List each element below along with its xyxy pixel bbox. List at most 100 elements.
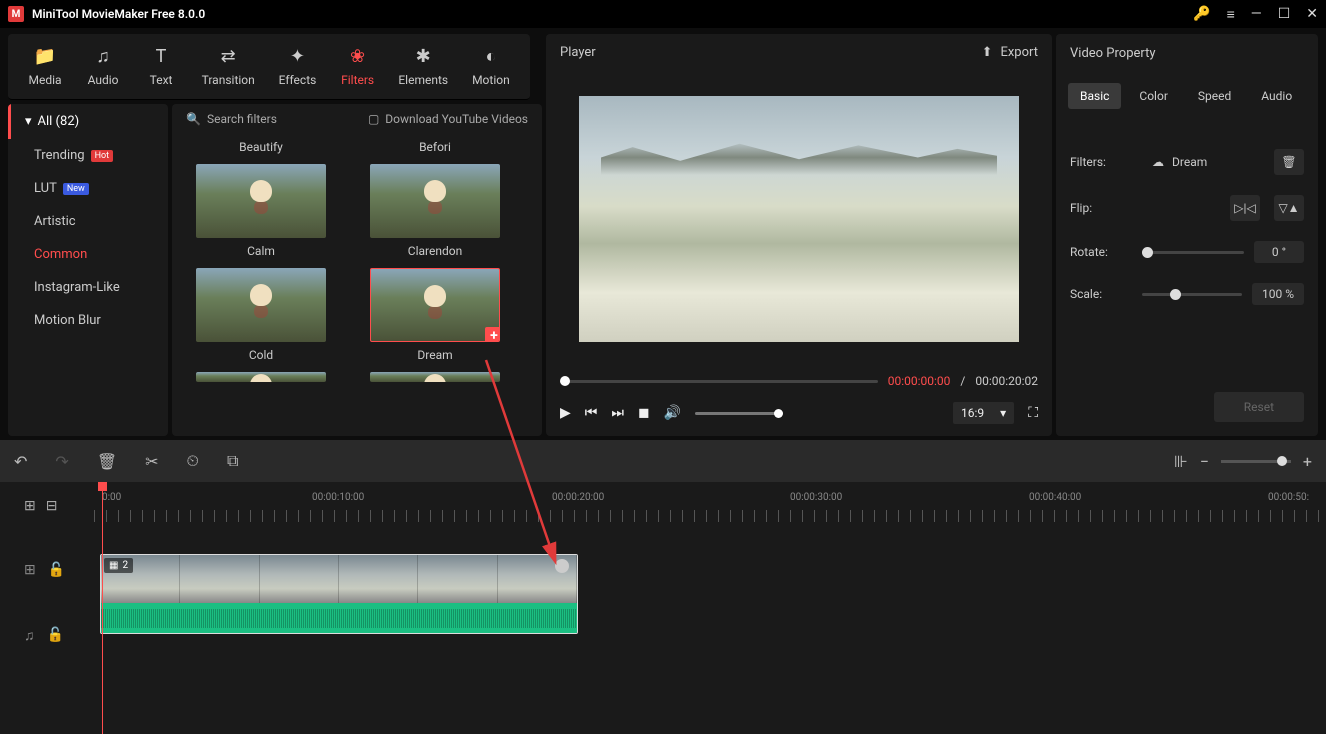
app-title: MiniTool MovieMaker Free 8.0.0: [32, 7, 1193, 21]
ruler-tick: 00:00:10:00: [312, 492, 364, 503]
category-motion-blur[interactable]: Motion Blur: [8, 304, 168, 337]
aspect-select[interactable]: 16:9▾: [953, 402, 1014, 424]
audio-track-header: ♫ 🔓: [0, 610, 94, 660]
rotate-label: Rotate:: [1070, 245, 1132, 259]
chevron-down-icon: ▾: [25, 114, 32, 129]
undo-icon[interactable]: ↶: [14, 452, 27, 471]
ruler-tick: 0:00: [102, 492, 121, 503]
hot-badge: Hot: [91, 150, 114, 162]
timeline-body[interactable]: 0:00 00:00:10:00 00:00:20:00 00:00:30:00…: [94, 482, 1326, 734]
crop-icon[interactable]: ⧉: [227, 451, 238, 471]
play-icon[interactable]: ▶: [560, 405, 571, 421]
category-all[interactable]: ▾ All (82): [8, 104, 168, 139]
filter-clarendon[interactable]: Clarendon: [360, 160, 510, 258]
filters-icon: ❀: [350, 46, 365, 67]
top-nav: 📁Media ♫Audio TText ⇄Transition ✦Effects…: [8, 34, 530, 100]
preview-image: [579, 96, 1019, 342]
category-trending[interactable]: TrendingHot: [8, 139, 168, 172]
prop-tab-color[interactable]: Color: [1127, 83, 1179, 109]
add-track-icon[interactable]: ⊞: [24, 498, 36, 514]
stop-icon[interactable]: ◼: [638, 405, 650, 421]
timeline-ruler[interactable]: 0:00 00:00:10:00 00:00:20:00 00:00:30:00…: [94, 482, 1326, 530]
delete-icon[interactable]: 🗑: [97, 452, 117, 471]
key-icon[interactable]: 🔑: [1193, 6, 1210, 22]
ruler-tick: 00:00:30:00: [790, 492, 842, 503]
volume-slider[interactable]: [695, 412, 783, 415]
lock-icon[interactable]: 🔓: [48, 562, 65, 578]
chevron-down-icon: ▾: [1000, 406, 1006, 420]
folder-icon: 📁: [34, 46, 56, 67]
volume-icon[interactable]: 🔊: [664, 405, 681, 421]
filter-befori[interactable]: Befori: [360, 140, 510, 154]
rotate-slider[interactable]: [1142, 251, 1244, 254]
cloud-icon: ☁: [1152, 155, 1164, 169]
minimize-icon[interactable]: —: [1251, 6, 1262, 22]
remove-track-icon[interactable]: ⊟: [46, 498, 58, 514]
scale-value[interactable]: 100 %: [1252, 283, 1304, 305]
tab-audio[interactable]: ♫Audio: [78, 40, 128, 93]
scrub-bar[interactable]: [560, 380, 878, 383]
playhead[interactable]: [102, 482, 103, 734]
prop-tab-basic[interactable]: Basic: [1068, 83, 1121, 109]
zoom-in-icon[interactable]: +: [1303, 452, 1312, 471]
tab-filters[interactable]: ❀Filters: [333, 40, 383, 93]
scale-slider[interactable]: [1142, 293, 1242, 296]
category-common[interactable]: Common: [8, 238, 168, 271]
player-title: Player: [560, 45, 596, 60]
filter-partial-1[interactable]: [186, 368, 336, 388]
elements-icon: ✱: [416, 46, 431, 67]
download-youtube[interactable]: ▢Download YouTube Videos: [368, 112, 528, 126]
filter-cold[interactable]: Cold: [186, 264, 336, 362]
video-clip[interactable]: ▦2: [100, 554, 578, 634]
fit-icon[interactable]: ⊪: [1174, 452, 1188, 471]
prop-tab-speed[interactable]: Speed: [1186, 83, 1243, 109]
clip-badge: ▦2: [104, 558, 133, 573]
tab-motion[interactable]: ◐Motion: [464, 40, 518, 93]
add-filter-icon[interactable]: +: [485, 327, 500, 342]
zoom-slider[interactable]: [1221, 460, 1291, 463]
category-instagram[interactable]: Instagram-Like: [8, 271, 168, 304]
speed-icon[interactable]: ⏲: [187, 451, 199, 471]
filter-beautify[interactable]: Beautify: [186, 140, 336, 154]
redo-icon[interactable]: ↷: [55, 452, 68, 471]
player-panel: Player ⬆Export 00:00:00:00 / 00:00:20:02…: [546, 34, 1052, 436]
tab-effects[interactable]: ✦Effects: [270, 40, 324, 93]
video-track-icon: ⊞: [24, 562, 36, 578]
category-lut[interactable]: LUTNew: [8, 172, 168, 205]
effects-icon: ✦: [290, 46, 305, 67]
prop-tab-audio[interactable]: Audio: [1249, 83, 1304, 109]
tab-transition[interactable]: ⇄Transition: [194, 40, 262, 93]
timeline: ⊞ ⊟ ⊞ 🔓 ♫ 🔓 0:00 00:00:10:00 00:00:20:00…: [0, 482, 1326, 734]
trash-icon: 🗑: [1281, 155, 1296, 169]
filter-dream[interactable]: +Dream: [360, 264, 510, 362]
tab-elements[interactable]: ✱Elements: [391, 40, 456, 93]
split-icon[interactable]: ✂: [145, 452, 158, 471]
property-panel: Video Property Basic Color Speed Audio F…: [1056, 34, 1318, 436]
tab-text[interactable]: TText: [136, 40, 186, 93]
title-bar: M MiniTool MovieMaker Free 8.0.0 🔑 ≡ — ☐…: [0, 0, 1326, 28]
motion-icon: ◐: [485, 46, 496, 67]
filter-partial-2[interactable]: [360, 368, 510, 388]
next-frame-icon[interactable]: ⏭: [611, 405, 624, 421]
search-filters[interactable]: 🔍Search filters: [186, 112, 356, 126]
category-sidebar: ▾ All (82) TrendingHot LUTNew Artistic C…: [8, 104, 168, 436]
flip-horizontal-button[interactable]: ▷|◁: [1230, 195, 1260, 221]
delete-filter-button[interactable]: 🗑: [1274, 149, 1304, 175]
rotate-value[interactable]: 0 °: [1254, 241, 1304, 263]
tab-media[interactable]: 📁Media: [20, 40, 70, 93]
fullscreen-icon[interactable]: ⛶: [1028, 405, 1038, 421]
new-badge: New: [63, 183, 89, 195]
maximize-icon[interactable]: ☐: [1278, 6, 1291, 22]
video-icon: ▢: [368, 112, 379, 126]
flip-vertical-button[interactable]: ▽▲: [1274, 195, 1304, 221]
lock-icon[interactable]: 🔓: [47, 627, 64, 643]
export-button[interactable]: ⬆Export: [982, 45, 1038, 60]
category-artistic[interactable]: Artistic: [8, 205, 168, 238]
flip-label: Flip:: [1070, 201, 1132, 215]
close-icon[interactable]: ✕: [1306, 6, 1318, 22]
zoom-out-icon[interactable]: −: [1200, 452, 1209, 471]
menu-icon[interactable]: ≡: [1227, 6, 1235, 23]
reset-button[interactable]: Reset: [1214, 392, 1304, 422]
filter-calm[interactable]: Calm: [186, 160, 336, 258]
prev-frame-icon[interactable]: ⏮: [585, 405, 598, 421]
